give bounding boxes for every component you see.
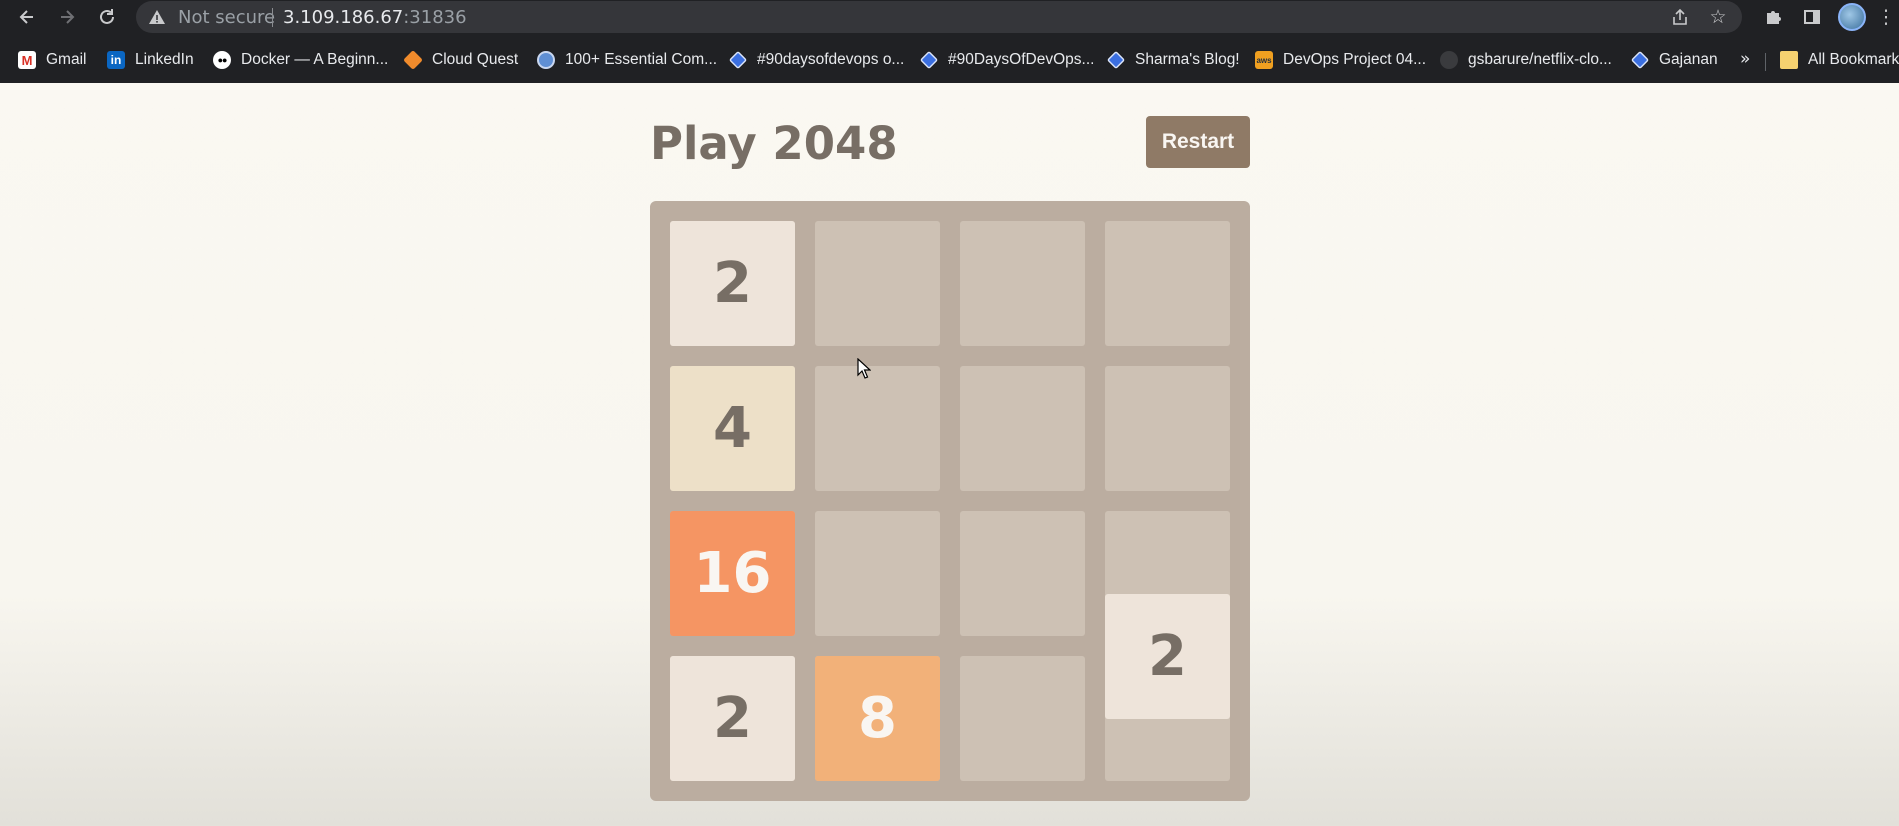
- bookmark-label: Gajanan: [1659, 51, 1718, 68]
- bookmark-essential-commands[interactable]: 100+ Essential Com...: [537, 48, 717, 72]
- aws-icon: aws: [1255, 51, 1273, 69]
- puzzle-icon[interactable]: [1758, 2, 1788, 32]
- grid-cell: [960, 221, 1085, 346]
- browser-toolbar: Not secure 3.109.186.67:31836 ☆ ⋮: [0, 0, 1899, 34]
- bookmarks-overflow-chevron-icon[interactable]: »: [1740, 49, 1750, 69]
- grid-cell: [1105, 221, 1230, 346]
- forward-arrow-icon[interactable]: [52, 2, 82, 32]
- bookmarks-bar: M Gmail in LinkedIn ●● Docker — A Beginn…: [0, 45, 1899, 75]
- reload-icon[interactable]: [92, 2, 122, 32]
- all-bookmarks[interactable]: All Bookmarks: [1780, 48, 1899, 72]
- gmail-icon: M: [18, 51, 36, 69]
- kebab-menu-icon[interactable]: ⋮: [1876, 2, 1896, 32]
- bookmark-devops-project[interactable]: aws DevOps Project 04...: [1255, 48, 1426, 72]
- bookmark-label: #90daysofdevops o...: [757, 51, 905, 68]
- github-icon: [1440, 51, 1458, 69]
- side-panel-icon[interactable]: [1797, 2, 1827, 32]
- grid-cell: [815, 221, 940, 346]
- bookmark-gajanan[interactable]: Gajanan: [1630, 48, 1718, 72]
- all-bookmarks-label: All Bookmarks: [1808, 51, 1899, 68]
- bookmark-label: Sharma's Blog!: [1135, 51, 1240, 68]
- tile: 2: [670, 221, 795, 346]
- tile-sliding: 2: [1105, 594, 1230, 719]
- cube-icon: [403, 50, 423, 70]
- bookmark-cloud-quest[interactable]: Cloud Quest: [403, 48, 519, 72]
- tile: 4: [670, 366, 795, 491]
- diamond-icon: [1106, 50, 1126, 70]
- bookmark-linkedin[interactable]: in LinkedIn: [107, 48, 194, 72]
- medium-icon: ●●: [213, 51, 231, 69]
- tile: 2: [670, 656, 795, 781]
- share-icon[interactable]: [1668, 5, 1692, 29]
- security-label[interactable]: Not secure: [178, 7, 275, 28]
- diamond-icon: [1630, 50, 1650, 70]
- profile-avatar[interactable]: [1838, 3, 1866, 31]
- bookmark-netflix-clone[interactable]: gsbarure/netflix-clo...: [1440, 48, 1612, 72]
- folder-icon: [1780, 51, 1798, 69]
- linkedin-icon: in: [107, 51, 125, 69]
- grid-cell: [1105, 366, 1230, 491]
- restart-button[interactable]: Restart: [1146, 116, 1250, 168]
- bookmark-90daysofdevops-1[interactable]: #90daysofdevops o...: [728, 48, 905, 72]
- bookmark-label: Docker — A Beginn...: [241, 51, 389, 68]
- bookmarks-divider: [1765, 53, 1766, 71]
- bookmark-90daysofdevops-2[interactable]: #90DaysOfDevOps...: [919, 48, 1095, 72]
- bookmark-gmail[interactable]: M Gmail: [18, 48, 86, 72]
- url-text[interactable]: 3.109.186.67:31836: [283, 7, 467, 28]
- grid-cell: [960, 656, 1085, 781]
- circle-icon: [537, 51, 555, 69]
- diamond-icon: [728, 50, 748, 70]
- bookmark-label: 100+ Essential Com...: [565, 51, 718, 68]
- url-port: :31836: [403, 7, 467, 28]
- tile: 8: [815, 656, 940, 781]
- diamond-icon: [919, 50, 939, 70]
- grid-cell: [815, 511, 940, 636]
- grid-cell: [815, 366, 940, 491]
- bookmark-docker[interactable]: ●● Docker — A Beginn...: [213, 48, 388, 72]
- bookmark-sharmas-blog[interactable]: Sharma's Blog!: [1106, 48, 1240, 72]
- bookmark-label: gsbarure/netflix-clo...: [1468, 51, 1612, 68]
- url-host: 3.109.186.67: [283, 7, 404, 28]
- bookmark-label: DevOps Project 04...: [1283, 51, 1427, 68]
- star-icon[interactable]: ☆: [1706, 5, 1730, 29]
- grid-cell: [960, 511, 1085, 636]
- address-divider: [272, 8, 273, 27]
- address-bar[interactable]: Not secure 3.109.186.67:31836 ☆: [136, 1, 1742, 33]
- bookmark-label: #90DaysOfDevOps...: [948, 51, 1095, 68]
- grid-cell: [960, 366, 1085, 491]
- bookmark-label: LinkedIn: [135, 51, 194, 68]
- warning-triangle-icon[interactable]: [148, 8, 166, 26]
- tile: 16: [670, 511, 795, 636]
- bookmark-label: Gmail: [46, 51, 87, 68]
- bookmark-label: Cloud Quest: [432, 51, 519, 68]
- back-arrow-icon[interactable]: [12, 2, 42, 32]
- browser-chrome: Not secure 3.109.186.67:31836 ☆ ⋮ M Gmai…: [0, 0, 1899, 83]
- game-board[interactable]: 2 4 16 2 8 2: [650, 201, 1250, 801]
- page-title: Play 2048: [650, 117, 898, 170]
